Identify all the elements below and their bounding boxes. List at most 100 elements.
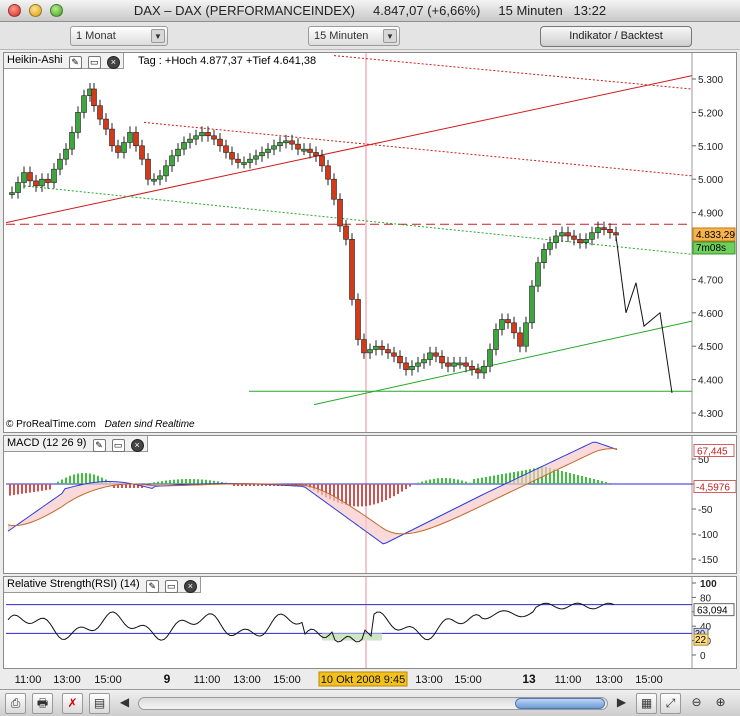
wrench-icon[interactable]: ✎ xyxy=(68,56,82,69)
scroll-left-icon[interactable]: ◀ xyxy=(114,693,135,714)
save-icon[interactable]: ▤ xyxy=(89,693,110,714)
candle-body xyxy=(223,145,229,153)
rsi-panel[interactable]: 10080604020063,0943022 Relative Strength… xyxy=(3,576,737,669)
candle-body xyxy=(271,145,277,150)
time-axis-label: 13:00 xyxy=(53,674,81,686)
chevron-down-icon: ▼ xyxy=(151,29,165,43)
candle-body xyxy=(199,132,205,137)
candle-body xyxy=(313,152,319,157)
candle-body xyxy=(21,172,27,183)
candle-body xyxy=(229,152,235,160)
print-icon[interactable]: 🖶 xyxy=(32,693,53,714)
horizontal-scrollbar[interactable] xyxy=(138,697,608,710)
candle-body xyxy=(511,322,517,334)
candle-body xyxy=(265,148,271,153)
export-icon[interactable]: ⎙ xyxy=(5,693,26,714)
rsi-panel-label: Relative Strength(RSI) (14) xyxy=(7,578,140,590)
macd-chart[interactable]: 500-50-100-15067,445-4,5976 xyxy=(4,436,736,573)
time-axis-label: 11:00 xyxy=(194,674,221,686)
realtime-note: Daten sind Realtime xyxy=(104,419,195,430)
interval-select[interactable]: 15 Minuten ▼ xyxy=(308,26,400,46)
close-icon[interactable]: × xyxy=(106,56,120,69)
time-axis-label: 15:00 xyxy=(635,674,663,686)
candle-body xyxy=(283,140,289,144)
candle-body xyxy=(535,262,541,287)
candle-body xyxy=(577,239,583,243)
candle-body xyxy=(379,345,385,350)
candle-body xyxy=(115,145,121,153)
zoom-fit-icon[interactable]: ⤢ xyxy=(660,693,681,714)
wrench-icon[interactable]: ✎ xyxy=(92,439,106,452)
projection-line xyxy=(615,235,673,394)
candle-body xyxy=(301,148,307,152)
red-uptrend-line xyxy=(5,75,693,224)
chevron-down-icon: ▼ xyxy=(383,29,397,43)
candle-body xyxy=(277,142,283,147)
candle-body xyxy=(163,165,169,177)
indicator-backtest-button[interactable]: Indikator / Backtest xyxy=(540,26,692,47)
candle-body xyxy=(529,285,535,324)
candle-body xyxy=(343,225,349,240)
candle-body xyxy=(463,362,469,367)
price-chart-panel[interactable]: 5.3005.2005.1005.0004.9004.8004.7004.600… xyxy=(3,52,737,433)
close-icon[interactable]: × xyxy=(183,580,197,593)
app-window: DAX – DAX (PERFORMANCEINDEX) 4.847,07 (+… xyxy=(0,0,740,716)
candle-body xyxy=(57,158,63,170)
candle-body xyxy=(427,352,433,360)
macd-panel-label: MACD (12 26 9) xyxy=(7,437,87,449)
candle-body xyxy=(589,232,595,240)
candle-body xyxy=(409,365,415,370)
candle-body xyxy=(253,155,259,160)
credit-line: © ProRealTime.com Daten sind Realtime xyxy=(6,419,195,430)
candle-body xyxy=(15,182,21,193)
price-tick-label: 4.400 xyxy=(698,376,723,387)
window-icon[interactable]: ▭ xyxy=(164,580,178,593)
period-select[interactable]: 1 Monat ▼ xyxy=(70,26,168,46)
close-icon[interactable]: × xyxy=(130,439,144,452)
macd-panel[interactable]: 500-50-100-15067,445-4,5976 MACD (12 26 … xyxy=(3,435,737,574)
candle-body xyxy=(583,239,589,243)
price-chart[interactable]: 5.3005.2005.1005.0004.9004.8004.7004.600… xyxy=(4,53,736,432)
candle-body xyxy=(151,178,157,182)
candle-body xyxy=(445,362,451,367)
candle-body xyxy=(217,138,223,147)
candle-body xyxy=(469,365,475,370)
zoom-in-icon[interactable]: ⊕ xyxy=(710,693,731,714)
candle-body xyxy=(523,322,529,347)
time-axis-label: 13 xyxy=(522,672,536,686)
price-tick-label: 4.700 xyxy=(698,275,723,286)
candle-body xyxy=(51,168,57,183)
candle-body xyxy=(601,227,607,230)
zoom-out-icon[interactable]: ⊖ xyxy=(686,693,707,714)
candle-body xyxy=(235,158,241,163)
candle-body xyxy=(397,355,403,364)
title-bar: DAX – DAX (PERFORMANCEINDEX) 4.847,07 (+… xyxy=(0,0,740,22)
candle-body xyxy=(45,178,51,183)
price-tick-label: 4.500 xyxy=(698,342,723,353)
macd-tick-label: -150 xyxy=(698,555,718,566)
candle-body xyxy=(157,175,163,180)
candle-body xyxy=(475,369,481,374)
candle-body xyxy=(385,349,391,354)
time-axis-label: 13:00 xyxy=(595,674,623,686)
candle-body xyxy=(133,132,139,147)
candle-body xyxy=(355,299,361,340)
scroll-right-icon[interactable]: ▶ xyxy=(611,693,632,714)
candle-body xyxy=(187,138,193,143)
price-tick-label: 4.300 xyxy=(698,409,723,420)
candle-body xyxy=(289,140,295,145)
candle-body xyxy=(433,352,439,357)
scrollbar-thumb[interactable] xyxy=(515,698,605,709)
time-axis-label: 15:00 xyxy=(273,674,301,686)
interval-select-value: 15 Minuten xyxy=(314,30,369,42)
candle-body xyxy=(307,148,313,153)
candle-body xyxy=(439,355,445,364)
candle-body xyxy=(331,178,337,200)
wrench-icon[interactable]: ✎ xyxy=(145,580,159,593)
chart-settings-icon[interactable]: ▦ xyxy=(636,693,657,714)
window-icon[interactable]: ▭ xyxy=(111,439,125,452)
delete-icon[interactable]: ✗ xyxy=(62,693,83,714)
candle-body xyxy=(75,112,81,133)
window-icon[interactable]: ▭ xyxy=(87,56,101,69)
candle-body xyxy=(27,172,33,182)
